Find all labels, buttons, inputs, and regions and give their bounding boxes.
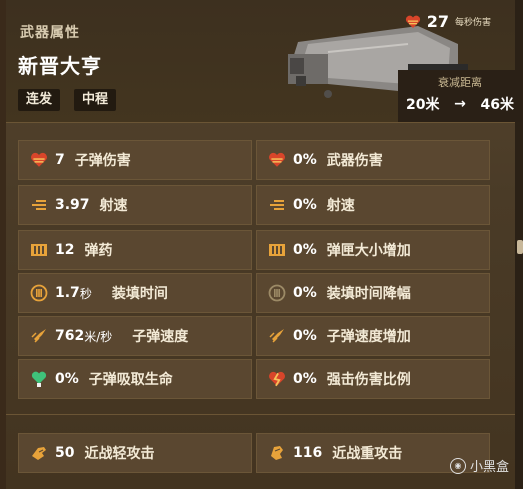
watermark: ◉ 小黑盒 (449, 456, 509, 475)
arrow-right-icon: → (454, 96, 466, 112)
stat-value: 0% (293, 197, 317, 213)
stat-reload-reduction: 0% 装填时间降幅 (256, 273, 490, 313)
stat-label: 子弹速度增加 (326, 329, 411, 345)
stat-label: 近战重攻击 (332, 446, 403, 462)
stat-label: 装填时间 (111, 286, 168, 302)
tag-range: 中程 (74, 89, 117, 111)
stat-value: 762 (55, 328, 85, 344)
stat-label: 子弹伤害 (74, 153, 131, 169)
falloff-end: 46米 (480, 97, 514, 113)
stat-value: 116 (293, 445, 323, 461)
heavy-melee-icon (267, 443, 287, 463)
stat-label: 近战轻攻击 (84, 446, 155, 462)
stat-label: 射速 (99, 198, 128, 214)
stat-label: 装填时间降幅 (326, 286, 411, 302)
stat-label: 弹药 (84, 243, 113, 259)
stat-value: 0% (293, 285, 317, 301)
reload-icon (267, 283, 287, 303)
stat-value: 7 (55, 152, 65, 168)
stat-label: 射速 (326, 198, 355, 214)
fire-rate-icon (29, 195, 49, 215)
stat-fire-rate: 3.97 射速 (18, 185, 252, 225)
stat-bullet-velocity: 762 米/秒 子弹速度 (18, 316, 252, 356)
weapon-name: 新晋大亨 (18, 54, 102, 78)
stat-light-melee: 50 近战轻攻击 (18, 433, 252, 473)
stat-label: 子弹吸取生命 (88, 372, 173, 388)
weapon-stats-panel: 武器属性 新晋大亨 连发 中程 27 每秒伤害 衰减距离 20米 → 46米 7… (0, 0, 523, 489)
dps-heart-icon (405, 15, 420, 28)
section-title: 武器属性 (20, 25, 80, 41)
stat-value: 0% (293, 328, 317, 344)
tag-fire-mode: 连发 (18, 89, 61, 111)
stat-value: 3.97 (55, 197, 90, 213)
ammo-icon (29, 240, 49, 260)
melee-divider (6, 414, 515, 415)
scroll-thumb[interactable] (517, 240, 523, 254)
dps-display: 27 每秒伤害 (405, 12, 491, 31)
falloff-start: 20米 (406, 97, 440, 113)
fire-rate-icon (267, 195, 287, 215)
dps-unit: 每秒伤害 (454, 18, 491, 28)
panel-header: 武器属性 新晋大亨 连发 中程 27 每秒伤害 衰减距离 20米 → 46米 (6, 0, 522, 122)
falloff-label: 衰减距离 (438, 76, 482, 89)
dps-value: 27 (426, 12, 449, 31)
stat-magazine-increase: 0% 弹匣大小增加 (256, 230, 490, 270)
stat-label: 强击伤害比例 (326, 372, 411, 388)
stat-value: 0% (293, 152, 317, 168)
weapon-damage-icon (267, 150, 287, 170)
stat-label: 子弹速度 (132, 329, 189, 345)
stat-fire-rate-bonus: 0% 射速 (256, 185, 490, 225)
stat-value: 0% (55, 371, 79, 387)
bullet-velocity-icon (267, 326, 287, 346)
xiaoheihe-logo-icon: ◉ (449, 457, 466, 474)
header-divider (6, 122, 515, 123)
falloff-range-box: 衰减距离 20米 → 46米 (398, 70, 522, 122)
crit-damage-icon (267, 369, 287, 389)
bullet-damage-icon (29, 150, 49, 170)
stat-velocity-increase: 0% 子弹速度增加 (256, 316, 490, 356)
stat-weapon-damage: 0% 武器伤害 (256, 140, 490, 180)
stat-bullet-lifesteal: 0% 子弹吸取生命 (18, 359, 252, 399)
stat-bullet-damage: 7 子弹伤害 (18, 140, 252, 180)
stat-reload-time: 1.7 秒 装填时间 (18, 273, 252, 313)
bullet-velocity-icon (29, 326, 49, 346)
stat-ammo: 12 弹药 (18, 230, 252, 270)
stat-label: 武器伤害 (326, 153, 383, 169)
bullet-lifesteal-icon (29, 369, 49, 389)
stat-unit: 秒 (79, 286, 92, 301)
ammo-icon (267, 240, 287, 260)
stat-value: 50 (55, 445, 75, 461)
reload-icon (29, 283, 49, 303)
watermark-text: 小黑盒 (469, 460, 509, 475)
stat-value: 0% (293, 371, 317, 387)
stat-value: 1.7 (55, 285, 80, 301)
stat-unit: 米/秒 (84, 329, 113, 344)
stat-crit-damage: 0% 强击伤害比例 (256, 359, 490, 399)
light-melee-icon (29, 443, 49, 463)
stat-label: 弹匣大小增加 (326, 243, 411, 259)
stat-value: 12 (55, 242, 75, 258)
stat-value: 0% (293, 242, 317, 258)
